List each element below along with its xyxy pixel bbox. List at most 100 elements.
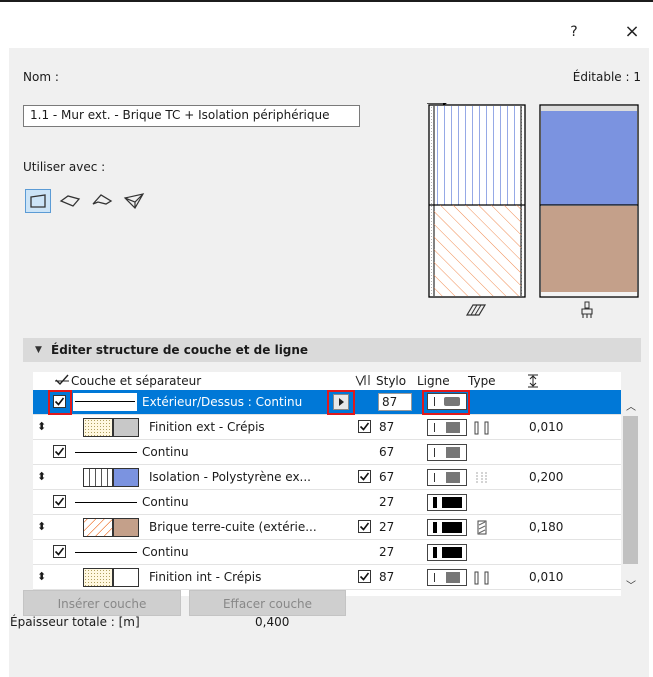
line-sample — [73, 393, 137, 411]
structure-type-core-icon[interactable] — [474, 520, 490, 538]
scrollbar-thumb[interactable] — [623, 416, 638, 564]
row-pen[interactable]: 27 — [379, 515, 394, 539]
row-name: Brique terre-cuite (extérie... — [149, 520, 317, 534]
row-name: Continu — [142, 445, 189, 459]
check-all-icon[interactable] — [55, 374, 69, 389]
structure-type-other-icon[interactable] — [474, 471, 490, 488]
row-thickness[interactable]: 0,180 — [529, 515, 563, 539]
header-type[interactable]: Type — [468, 374, 496, 388]
row-visibility-checkbox[interactable] — [358, 570, 371, 583]
line-sample — [75, 452, 137, 453]
table-row-line[interactable]: Continu 27 — [33, 540, 621, 565]
line-weight-thick[interactable] — [427, 494, 467, 511]
table-row-layer[interactable]: ⬍ Isolation - Polystyrène ex... 67 0,200 — [33, 465, 621, 490]
table-row-line[interactable]: Continu 27 — [33, 490, 621, 515]
total-thickness-label: Épaisseur totale : [m] — [10, 615, 140, 629]
slab-tool-icon[interactable] — [57, 189, 83, 213]
surface-swatch — [113, 468, 139, 487]
surface-swatch — [113, 568, 139, 587]
row-name: Continu — [142, 545, 189, 559]
header-thickness-icon[interactable] — [527, 374, 539, 391]
line-sample — [75, 502, 137, 503]
collapse-triangle-icon[interactable]: ▼ — [35, 338, 42, 362]
drag-handle-icon[interactable]: ⬍ — [37, 515, 46, 539]
header-couche[interactable]: Couche et séparateur — [71, 374, 201, 388]
scroll-up-icon[interactable]: ︿ — [626, 398, 636, 413]
row-name: Finition int - Crépis — [149, 570, 262, 584]
row-pen[interactable]: 87 — [379, 565, 394, 589]
shell-tool-icon[interactable] — [121, 189, 147, 213]
line-weight-thin[interactable] — [427, 419, 467, 436]
scroll-down-icon[interactable]: ﹀ — [626, 577, 636, 592]
delete-layer-button[interactable]: Effacer couche — [189, 590, 346, 616]
row-pen[interactable]: 87 — [379, 415, 394, 439]
highlight-line — [422, 390, 470, 415]
surface-swatch — [113, 518, 139, 537]
row-name: Isolation - Polystyrène ex... — [149, 470, 311, 484]
row-name: Finition ext - Crépis — [149, 420, 265, 434]
table-header: Couche et séparateur Stylo Ligne Type — [33, 372, 621, 390]
line-weight-thin[interactable] — [427, 469, 467, 486]
row-visibility-checkbox[interactable] — [358, 520, 371, 533]
row-pen[interactable]: 27 — [379, 540, 394, 564]
total-thickness-value: 0,400 — [255, 615, 290, 629]
row-pen[interactable]: 67 — [379, 465, 394, 489]
row-checkbox[interactable] — [53, 445, 66, 458]
insert-layer-button[interactable]: Insérer couche — [23, 590, 181, 616]
structure-preview — [427, 100, 640, 299]
structure-type-core-icon[interactable] — [474, 571, 490, 588]
fill-swatch — [83, 418, 113, 437]
table-scrollbar[interactable]: ︿ ﹀ — [621, 372, 640, 596]
edit-structure-section-header[interactable]: ▼ Éditer structure de couche et de ligne — [23, 338, 641, 362]
line-weight-thick[interactable] — [427, 544, 467, 561]
row-thickness[interactable]: 0,010 — [529, 565, 563, 589]
help-button[interactable]: ? — [562, 20, 586, 44]
section-title: Éditer structure de couche et de ligne — [51, 343, 309, 357]
surface-swatch — [113, 418, 139, 437]
editable-count: Éditable : 1 — [572, 70, 641, 84]
layer-table: Couche et séparateur Stylo Ligne Type Ex… — [33, 372, 640, 596]
pen-field[interactable]: 87 — [378, 393, 412, 411]
line-weight-thick[interactable] — [427, 519, 467, 536]
row-thickness[interactable]: 0,200 — [529, 465, 563, 489]
row-thickness[interactable]: 0,010 — [529, 415, 563, 439]
row-visibility-checkbox[interactable] — [358, 420, 371, 433]
line-weight-thin[interactable] — [427, 444, 467, 461]
wall-tool-icon[interactable] — [25, 189, 51, 213]
line-weight-thin[interactable] — [427, 569, 467, 586]
close-button[interactable]: × — [620, 20, 644, 44]
row-pen[interactable]: 67 — [379, 440, 394, 464]
line-sample — [75, 552, 137, 553]
table-row-layer[interactable]: ⬍ Brique terre-cuite (extérie... 27 0,18… — [33, 515, 621, 540]
drag-handle-icon[interactable]: ⬍ — [37, 565, 46, 589]
fill-swatch — [83, 568, 113, 587]
row-checkbox[interactable] — [53, 495, 66, 508]
fill-swatch — [83, 518, 113, 537]
table-row-line[interactable]: Continu 67 — [33, 440, 621, 465]
utiliser-label: Utiliser avec : — [23, 160, 106, 174]
composite-settings-dialog: Nom : Éditable : 1 1.1 - Mur ext. - Briq… — [9, 48, 649, 677]
use-with-toolbar — [25, 189, 147, 213]
row-name: Continu — [142, 495, 189, 509]
row-name: Extérieur/Dessus : Continu — [142, 395, 303, 409]
surface-view-icon[interactable] — [580, 301, 594, 322]
header-visibility-icon[interactable] — [355, 374, 371, 389]
row-visibility-checkbox[interactable] — [358, 470, 371, 483]
composite-name-field[interactable]: 1.1 - Mur ext. - Brique TC + Isolation p… — [23, 105, 360, 127]
drag-handle-icon[interactable]: ⬍ — [37, 465, 46, 489]
structure-type-core-icon[interactable] — [474, 421, 490, 438]
nom-label: Nom : — [23, 70, 59, 84]
header-stylo[interactable]: Stylo — [376, 374, 406, 388]
table-row-layer[interactable]: ⬍ Finition int - Crépis 87 0,010 — [33, 565, 621, 590]
window-top-border — [0, 0, 653, 4]
roof-tool-icon[interactable] — [89, 189, 115, 213]
header-ligne[interactable]: Ligne — [417, 374, 450, 388]
highlight-arrow — [327, 390, 355, 415]
table-row-layer[interactable]: ⬍ Finition ext - Crépis 87 0,010 — [33, 415, 621, 440]
row-checkbox[interactable] — [53, 545, 66, 558]
drag-handle-icon[interactable]: ⬍ — [37, 415, 46, 439]
highlight-checkbox — [48, 390, 72, 415]
row-pen[interactable]: 27 — [379, 490, 394, 514]
cut-fill-view-icon[interactable] — [465, 303, 487, 320]
fill-swatch — [83, 468, 113, 487]
